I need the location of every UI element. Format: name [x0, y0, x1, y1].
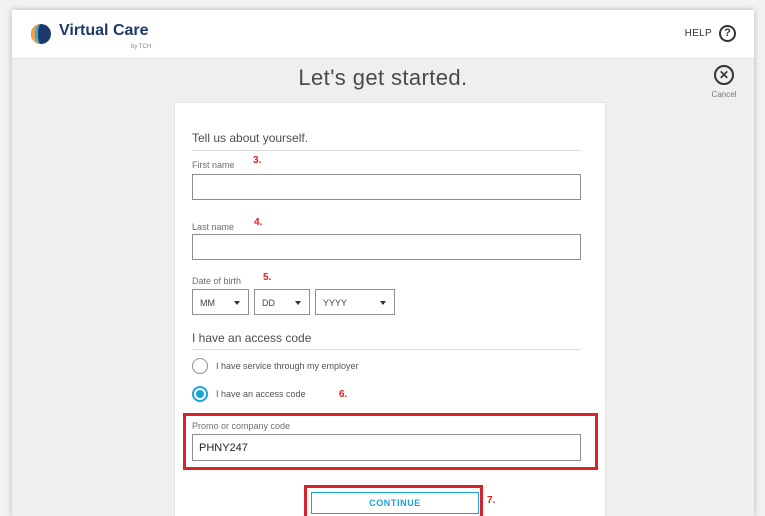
cancel-label: Cancel	[711, 90, 737, 99]
app-window: Virtual Care by TCH HELP ? Let's get sta…	[12, 10, 754, 516]
help-button[interactable]: HELP ?	[685, 22, 736, 44]
logo-name: Virtual Care	[59, 22, 149, 39]
step-annotation-4: 4.	[254, 217, 263, 228]
continue-button[interactable]: CONTINUE	[311, 492, 479, 514]
radio-icon	[192, 386, 208, 402]
signup-form-card: Tell us about yourself. First name 3. La…	[174, 102, 606, 516]
header-bar: Virtual Care by TCH HELP ?	[12, 10, 754, 59]
dob-month-value: MM	[200, 298, 215, 308]
section-divider	[192, 150, 581, 151]
section-title-about: Tell us about yourself.	[192, 131, 309, 145]
step-annotation-6: 6.	[339, 389, 348, 400]
cancel-icon: ✕	[714, 65, 734, 85]
radio-icon	[192, 358, 208, 374]
step-annotation-5: 5.	[263, 272, 272, 283]
virtual-care-logo-icon	[31, 24, 51, 44]
section-title-access: I have an access code	[192, 331, 312, 345]
step-annotation-7: 7.	[487, 495, 496, 506]
cancel-button[interactable]: ✕ Cancel	[704, 65, 744, 99]
page-title: Let's get started.	[298, 65, 468, 90]
dob-day-value: DD	[262, 298, 275, 308]
promo-code-input[interactable]	[192, 434, 581, 461]
last-name-input[interactable]	[192, 234, 581, 260]
dob-month-select[interactable]: MM	[192, 289, 249, 315]
chevron-down-icon	[380, 301, 386, 305]
logo-subtitle: by TCH	[131, 44, 152, 50]
section-divider	[192, 349, 581, 350]
dob-year-select[interactable]: YYYY	[315, 289, 395, 315]
chevron-down-icon	[234, 301, 240, 305]
dob-year-value: YYYY	[323, 298, 348, 308]
step-annotation-3: 3.	[253, 155, 262, 166]
first-name-input[interactable]	[192, 174, 581, 200]
radio-label-employer: I have service through my employer	[216, 361, 359, 371]
chevron-down-icon	[295, 301, 301, 305]
help-icon: ?	[719, 24, 736, 42]
last-name-label: Last name	[192, 222, 235, 232]
radio-label-access-code: I have an access code	[216, 389, 306, 399]
radio-option-employer[interactable]: I have service through my employer	[192, 357, 359, 375]
dob-day-select[interactable]: DD	[254, 289, 310, 315]
help-label: HELP	[684, 27, 712, 39]
promo-code-label: Promo or company code	[192, 421, 291, 431]
date-of-birth-label: Date of birth	[192, 276, 242, 286]
radio-option-access-code[interactable]: I have an access code	[192, 385, 306, 403]
first-name-label: First name	[192, 160, 235, 170]
